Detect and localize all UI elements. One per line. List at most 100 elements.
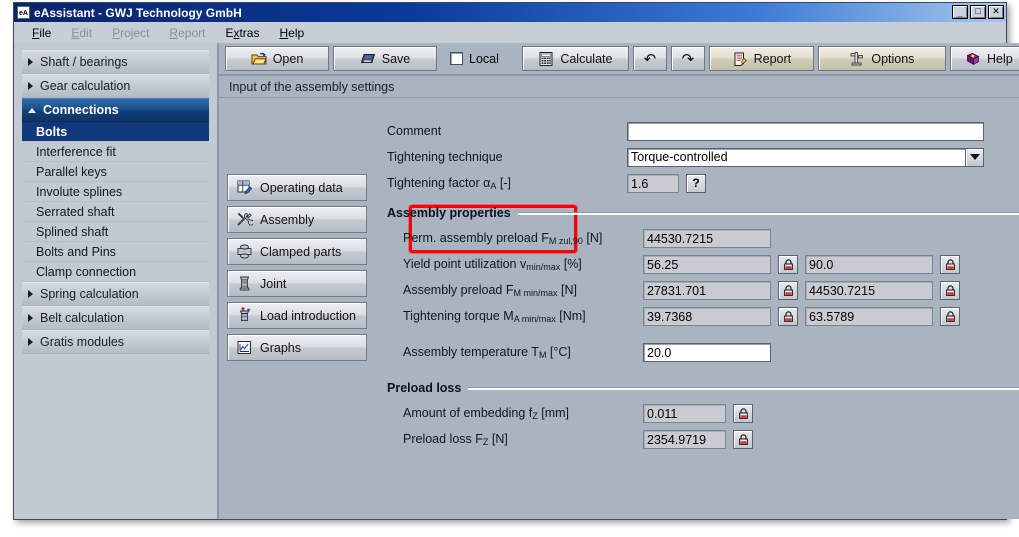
lock-closed-icon <box>944 310 957 323</box>
yield-point-utilization-max-value: 90.0 <box>805 255 933 274</box>
open-button[interactable]: Open <box>225 46 329 71</box>
menu-report[interactable]: Report <box>161 24 213 42</box>
tightening-factor-input[interactable]: 1.6 <box>627 174 679 193</box>
yield-point-utilization-label: Yield point utilization vmin/max [%] <box>403 257 643 272</box>
undo-button[interactable]: ↶ <box>633 46 667 71</box>
label-unit: [%] <box>564 257 582 271</box>
field-tightening-factor-row: Tightening factor αA [-] 1.6 ? <box>387 172 1019 194</box>
tightening-torque-min-lock-button[interactable] <box>778 307 798 326</box>
local-checkbox[interactable]: Local <box>441 52 508 66</box>
assembly-preload-min-lock-button[interactable] <box>778 281 798 300</box>
menu-extras[interactable]: Extras <box>217 24 267 42</box>
menu-file[interactable]: FFileile <box>24 24 59 42</box>
floppy-disk-icon <box>360 51 376 67</box>
help-button[interactable]: Help <box>950 46 1019 71</box>
tab-operating-data[interactable]: Operating data <box>227 174 367 201</box>
minimize-button[interactable]: _ <box>952 5 968 19</box>
sidebar-item-bolts[interactable]: Bolts <box>22 122 209 142</box>
label-main: Tightening torque M <box>403 309 514 323</box>
tightening-technique-select[interactable]: Torque-controlled <box>627 148 984 167</box>
clamped-parts-icon <box>236 243 253 260</box>
redo-button[interactable]: ↷ <box>671 46 705 71</box>
checkbox-icon[interactable] <box>450 52 463 65</box>
comment-input[interactable] <box>627 122 984 141</box>
yield-point-utilization-min-lock-button[interactable] <box>778 255 798 274</box>
label-unit: [°C] <box>550 345 571 359</box>
tightening-torque-label: Tightening torque MA min/max [Nm] <box>403 309 643 324</box>
content-area: Operating data Assembly <box>219 100 1019 519</box>
chevron-down-icon[interactable] <box>965 148 984 167</box>
save-button[interactable]: Save <box>333 46 437 71</box>
sidebar-item-serrated-shaft[interactable]: Serrated shaft <box>22 202 209 222</box>
tightening-torque-min-value: 39.7368 <box>643 307 771 326</box>
sidebar-item-label: Bolts and Pins <box>36 245 116 259</box>
sidebar-group-belt-calculation[interactable]: Belt calculation <box>22 306 209 330</box>
tab-label: Load introduction <box>260 309 356 323</box>
load-introduction-icon <box>236 307 253 324</box>
section-preload-loss: Preload loss <box>387 381 1019 395</box>
sidebar-item-involute-splines[interactable]: Involute splines <box>22 182 209 202</box>
tab-load-introduction[interactable]: Load introduction <box>227 302 367 329</box>
tab-joint[interactable]: Joint <box>227 270 367 297</box>
label-sub: M min/max <box>513 288 557 298</box>
label-unit: [mm] <box>541 406 569 420</box>
assembly-preload-label: Assembly preload FM min/max [N] <box>403 283 643 298</box>
report-document-icon <box>732 51 748 67</box>
sidebar-item-parallel-keys[interactable]: Parallel keys <box>22 162 209 182</box>
sidebar-group-connections[interactable]: Connections <box>22 98 209 122</box>
sidebar-item-bolts-and-pins[interactable]: Bolts and Pins <box>22 242 209 262</box>
sidebar-group-spring-calculation[interactable]: Spring calculation <box>22 282 209 306</box>
label-unit: [Nm] <box>559 309 585 323</box>
tightening-torque-max-value: 63.5789 <box>805 307 933 326</box>
sidebar-group-label: Belt calculation <box>40 311 124 325</box>
operating-data-icon <box>236 179 253 196</box>
lock-closed-icon <box>782 310 795 323</box>
chevron-right-icon <box>28 58 33 66</box>
menu-edit[interactable]: Edit <box>63 24 100 42</box>
label-main: Assembly preload F <box>403 283 513 297</box>
tightening-factor-help-button[interactable]: ? <box>686 174 706 193</box>
assembly-preload-max-lock-button[interactable] <box>940 281 960 300</box>
lock-closed-icon <box>782 284 795 297</box>
chevron-right-icon <box>28 314 33 322</box>
tightening-torque-max-lock-button[interactable] <box>940 307 960 326</box>
label-sub: Z <box>483 437 489 447</box>
menu-project[interactable]: Project <box>104 24 157 42</box>
label-unit: [N] <box>492 432 508 446</box>
lock-closed-icon <box>737 407 750 420</box>
sidebar-item-clamp-connection[interactable]: Clamp connection <box>22 262 209 282</box>
title-bar: eA eAssistant - GWJ Technology GmbH _ □ … <box>14 3 1006 22</box>
sidebar-item-interference-fit[interactable]: Interference fit <box>22 142 209 162</box>
tab-assembly[interactable]: Assembly <box>227 206 367 233</box>
sidebar-group-gratis-modules[interactable]: Gratis modules <box>22 330 209 354</box>
amount-of-embedding-lock-button[interactable] <box>733 404 753 423</box>
lock-closed-icon <box>944 284 957 297</box>
close-icon: ✕ <box>989 5 1003 17</box>
calculator-icon <box>538 51 554 67</box>
sidebar-group-gear-calculation[interactable]: Gear calculation <box>22 74 209 98</box>
yield-point-utilization-max-lock-button[interactable] <box>940 255 960 274</box>
sidebar-item-splined-shaft[interactable]: Splined shaft <box>22 222 209 242</box>
joint-bolt-icon <box>236 275 253 292</box>
chevron-right-icon <box>28 290 33 298</box>
options-button[interactable]: Options <box>818 46 946 71</box>
maximize-button[interactable]: □ <box>970 5 986 19</box>
sidebar-group-label: Gratis modules <box>40 335 124 349</box>
close-button[interactable]: ✕ <box>988 5 1004 19</box>
assembly-temperature-input[interactable]: 20.0 <box>643 343 771 362</box>
sidebar-group-shaft-bearings[interactable]: Shaft / bearings <box>22 50 209 74</box>
tab-clamped-parts[interactable]: Clamped parts <box>227 238 367 265</box>
field-comment-row: Comment <box>387 120 1019 142</box>
sidebar-item-label: Involute splines <box>36 185 122 199</box>
tightening-factor-label-main: Tightening factor α <box>387 176 490 190</box>
preload-loss-lock-button[interactable] <box>733 430 753 449</box>
section-rule <box>468 387 1019 390</box>
calculate-button[interactable]: Calculate <box>522 46 629 71</box>
menu-help[interactable]: Help <box>271 24 312 42</box>
section-rule <box>518 212 1019 215</box>
report-button[interactable]: Report <box>709 46 814 71</box>
options-button-label: Options <box>871 52 914 66</box>
window-title: eAssistant - GWJ Technology GmbH <box>34 6 242 20</box>
section-tabs: Operating data Assembly <box>227 174 367 366</box>
tab-graphs[interactable]: Graphs <box>227 334 367 361</box>
